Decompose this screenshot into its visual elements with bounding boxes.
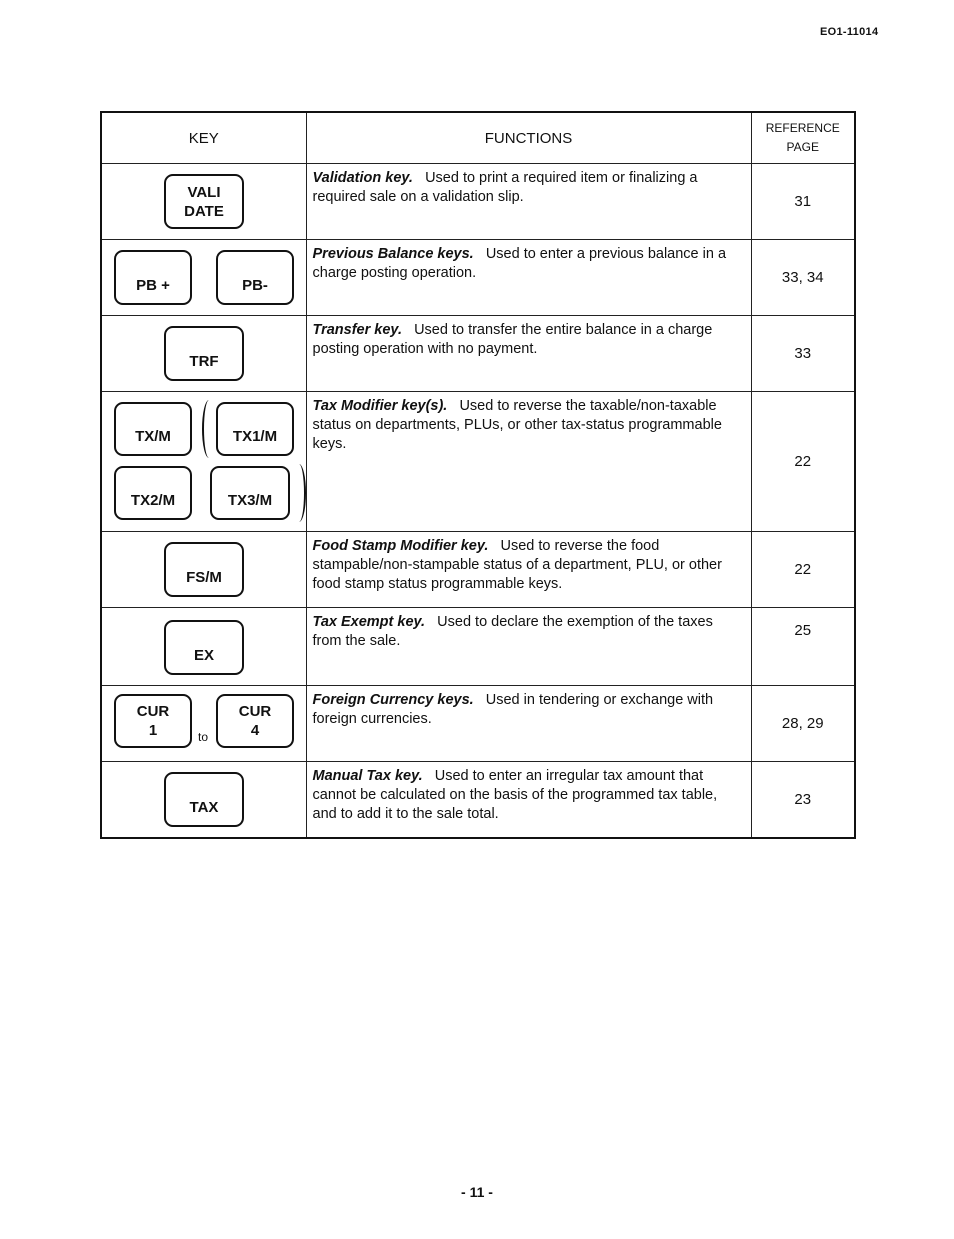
column-header-reference-page: REFERENCE PAGE: [750, 111, 856, 164]
key-fs-m: FS/M: [164, 542, 244, 597]
table-row: TX/M TX1/M TX2/M TX3/M Tax Modifier key(…: [100, 391, 856, 532]
key-tx1-m: TX1/M: [216, 402, 294, 456]
page-number: - 11 -: [461, 1184, 493, 1200]
table-row: FS/M Food Stamp Modifier key. Used to re…: [100, 531, 856, 608]
table-row: PB + PB- Previous Balance keys. Used to …: [100, 239, 856, 316]
function-cell: Transfer key. Used to transfer the entir…: [305, 315, 752, 392]
table-row: VALI DATE Validation key. Used to print a…: [100, 163, 856, 240]
reference-page: 25: [750, 607, 856, 686]
key-cell: VALI DATE: [100, 163, 307, 240]
key-cell: CUR 1 to CUR 4: [100, 685, 307, 762]
table-row: TRF Transfer key. Used to transfer the e…: [100, 315, 856, 392]
function-title: Transfer key.: [312, 322, 402, 338]
key-ex: EX: [164, 620, 244, 675]
key-trf: TRF: [164, 326, 244, 381]
range-connector: to: [198, 730, 209, 744]
reference-page: 33, 34: [750, 239, 856, 316]
key-tx2-m: TX2/M: [114, 466, 192, 520]
table-row: TAX Manual Tax key. Used to enter an irr…: [100, 761, 856, 838]
key-cur-1: CUR 1: [114, 694, 192, 748]
function-cell: Previous Balance keys. Used to enter a p…: [305, 239, 752, 316]
open-paren-icon: [202, 400, 216, 458]
reference-header-line1: REFERENCE: [765, 121, 840, 135]
table-row: EX Tax Exempt key. Used to declare the e…: [100, 607, 856, 686]
column-header-functions: FUNCTIONS: [305, 111, 752, 164]
document-code: EO1-11014: [820, 26, 879, 38]
key-tax: TAX: [164, 772, 244, 827]
key-cell: PB + PB-: [100, 239, 307, 316]
key-cell: TRF: [100, 315, 307, 392]
key-tx3-m: TX3/M: [210, 466, 290, 520]
key-cell: EX: [100, 607, 307, 686]
key-tx-m: TX/M: [114, 402, 192, 456]
column-header-key: KEY: [100, 111, 307, 164]
function-cell: Validation key. Used to print a required…: [305, 163, 752, 240]
function-cell: Food Stamp Modifier key. Used to reverse…: [305, 531, 752, 608]
reference-page: 28, 29: [750, 685, 856, 762]
reference-page: 22: [750, 531, 856, 608]
function-cell: Tax Modifier key(s). Used to reverse the…: [305, 391, 752, 532]
key-pb-plus: PB +: [114, 250, 192, 305]
function-cell: Tax Exempt key. Used to declare the exem…: [305, 607, 752, 686]
function-cell: Manual Tax key. Used to enter an irregul…: [305, 761, 752, 838]
key-pb-minus: PB-: [216, 250, 294, 305]
key-cell: TX/M TX1/M TX2/M TX3/M: [100, 391, 307, 532]
reference-header-line2: PAGE: [786, 140, 819, 154]
key-cell: FS/M: [100, 531, 307, 608]
function-title: Validation key.: [312, 170, 413, 186]
close-paren-icon: [292, 464, 306, 522]
reference-page: 31: [750, 163, 856, 240]
function-title: Tax Modifier key(s).: [312, 398, 448, 414]
reference-page: 23: [750, 761, 856, 838]
function-title: Foreign Currency keys.: [312, 692, 474, 708]
key-cur-4: CUR 4: [216, 694, 294, 748]
key-validate: VALI DATE: [164, 174, 244, 229]
reference-page: 33: [750, 315, 856, 392]
table-row: CUR 1 to CUR 4 Foreign Currency keys. Used…: [100, 685, 856, 762]
key-function-table: KEY FUNCTIONS REFERENCE PAGE VALI DATE Va…: [100, 111, 856, 839]
function-title: Tax Exempt key.: [312, 614, 426, 630]
key-cell: TAX: [100, 761, 307, 838]
reference-page: 22: [750, 391, 856, 532]
function-title: Food Stamp Modifier key.: [312, 538, 489, 554]
function-cell: Foreign Currency keys. Used in tendering…: [305, 685, 752, 762]
function-title: Manual Tax key.: [312, 768, 423, 784]
table-header-row: KEY FUNCTIONS REFERENCE PAGE: [100, 111, 856, 164]
function-title: Previous Balance keys.: [312, 246, 474, 262]
